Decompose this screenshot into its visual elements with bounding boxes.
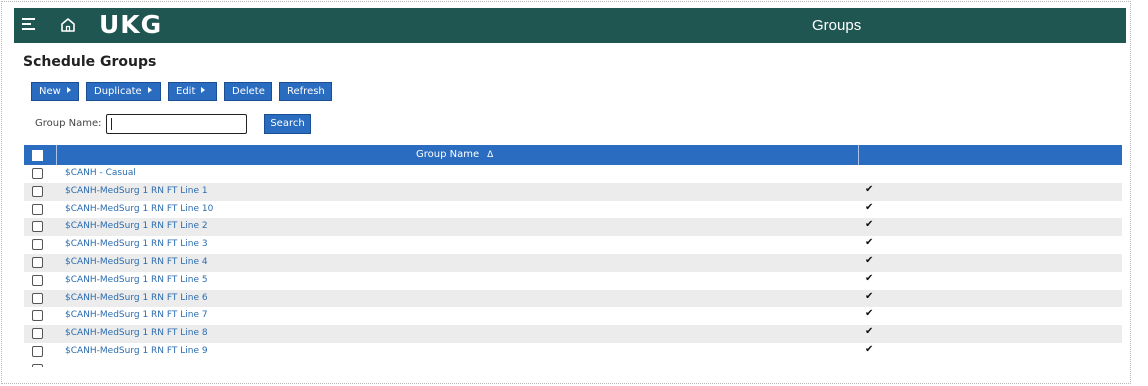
app-frame: UKG Groups Schedule Groups New Duplicate… (1, 1, 1131, 384)
group-name-link[interactable]: $CANH-MedSurg 1 RN FT Line 6 (65, 293, 208, 303)
top-bar: UKG Groups (14, 8, 1126, 43)
check-icon: ✔ (865, 183, 874, 195)
check-icon: ✔ (865, 201, 874, 213)
row-checkbox[interactable] (32, 292, 43, 304)
group-name-link[interactable]: $CANH - Casual (65, 168, 136, 178)
check-icon: ✔ (865, 326, 874, 338)
table-row-partial (24, 361, 1122, 367)
table-row[interactable]: $CANH-MedSurg 1 RN FT Line 1 ✔ (24, 182, 1122, 201)
row-checkbox[interactable] (32, 363, 43, 367)
table-row[interactable]: $CANH-MedSurg 1 RN FT Line 8 ✔ (24, 325, 1122, 343)
text-cursor (111, 118, 112, 130)
refresh-button[interactable]: Refresh (279, 82, 332, 101)
check-icon: ✔ (865, 308, 874, 320)
duplicate-button[interactable]: Duplicate (86, 82, 161, 101)
table-row[interactable]: $CANH-MedSurg 1 RN FT Line 3 ✔ (24, 236, 1122, 254)
group-name-link[interactable]: $CANH-MedSurg 1 RN FT Line 2 (65, 221, 208, 231)
column-header-label: Group Name (416, 149, 480, 160)
menu-icon[interactable] (22, 18, 36, 32)
table-row[interactable]: $CANH - Casual (24, 165, 1122, 183)
check-icon: ✔ (865, 272, 874, 284)
row-checkbox[interactable] (32, 310, 43, 322)
check-icon: ✔ (865, 219, 874, 231)
group-name-link[interactable]: $CANH-MedSurg 1 RN FT Line 10 (65, 204, 213, 214)
row-checkbox[interactable] (32, 239, 43, 251)
edit-button[interactable]: Edit (168, 82, 217, 101)
row-checkbox[interactable] (32, 203, 43, 215)
table-row[interactable]: $CANH-MedSurg 1 RN FT Line 10 ✔ (24, 201, 1122, 219)
home-icon[interactable] (59, 16, 77, 34)
page-title: Schedule Groups (23, 54, 157, 70)
group-name-link[interactable]: $CANH-MedSurg 1 RN FT Line 3 (65, 239, 208, 249)
group-name-link[interactable]: $CANH-MedSurg 1 RN FT Line 8 (65, 328, 208, 338)
check-icon: ✔ (865, 237, 874, 249)
group-name-input[interactable] (106, 114, 247, 134)
row-checkbox[interactable] (32, 328, 43, 340)
table-header: Group Name Δ (24, 145, 1122, 165)
group-name-label: Group Name: (35, 118, 102, 129)
toolbar: New Duplicate Edit Delete Refresh (31, 82, 339, 101)
table-body: $CANH - Casual $CANH-MedSurg 1 RN FT Line… (24, 165, 1122, 361)
row-checkbox[interactable] (32, 168, 43, 179)
delete-button[interactable]: Delete (224, 82, 272, 101)
row-checkbox[interactable] (32, 185, 43, 197)
group-name-column-header[interactable]: Group Name Δ (416, 149, 493, 160)
duplicate-button-label: Duplicate (94, 86, 142, 97)
new-button-label: New (39, 86, 61, 97)
groups-table: Group Name Δ $CANH - Casual $CANH-MedSurg … (24, 145, 1122, 367)
check-icon: ✔ (865, 343, 874, 355)
row-checkbox[interactable] (32, 221, 43, 233)
group-name-link[interactable]: $CANH-MedSurg 1 RN FT Line 1 (65, 186, 208, 196)
group-name-link[interactable]: $CANH-MedSurg 1 RN FT Line 9 (65, 346, 208, 356)
group-name-link[interactable]: $CANH-MedSurg 1 RN FT Line 4 (65, 257, 208, 267)
check-icon: ✔ (865, 254, 874, 266)
table-row[interactable]: $CANH-MedSurg 1 RN FT Line 6 ✔ (24, 289, 1122, 308)
check-icon: ✔ (865, 290, 874, 302)
group-name-link[interactable]: $CANH-MedSurg 1 RN FT Line 7 (65, 310, 208, 320)
caret-right-icon (201, 87, 206, 93)
table-row[interactable]: $CANH-MedSurg 1 RN FT Line 2 ✔ (24, 218, 1122, 237)
group-name-link[interactable]: $CANH-MedSurg 1 RN FT Line 5 (65, 275, 208, 285)
column-divider (56, 145, 57, 165)
table-row[interactable]: $CANH-MedSurg 1 RN FT Line 4 ✔ (24, 253, 1122, 272)
table-row[interactable]: $CANH-MedSurg 1 RN FT Line 5 ✔ (24, 272, 1122, 290)
table-row[interactable]: $CANH-MedSurg 1 RN FT Line 7 ✔ (24, 307, 1122, 325)
table-row[interactable]: $CANH-MedSurg 1 RN FT Line 9 ✔ (24, 343, 1122, 361)
new-button[interactable]: New (31, 82, 79, 101)
window-title: Groups (812, 17, 862, 34)
caret-right-icon (147, 87, 152, 93)
ukg-logo: UKG (99, 10, 163, 39)
row-checkbox[interactable] (32, 256, 43, 268)
row-checkbox[interactable] (32, 345, 43, 357)
edit-button-label: Edit (176, 86, 196, 97)
search-button[interactable]: Search (264, 114, 311, 134)
sort-ascending-icon: Δ (487, 150, 494, 160)
caret-right-icon (66, 87, 71, 93)
column-divider (858, 145, 859, 165)
select-all-checkbox[interactable] (32, 150, 43, 161)
row-checkbox[interactable] (32, 274, 43, 286)
